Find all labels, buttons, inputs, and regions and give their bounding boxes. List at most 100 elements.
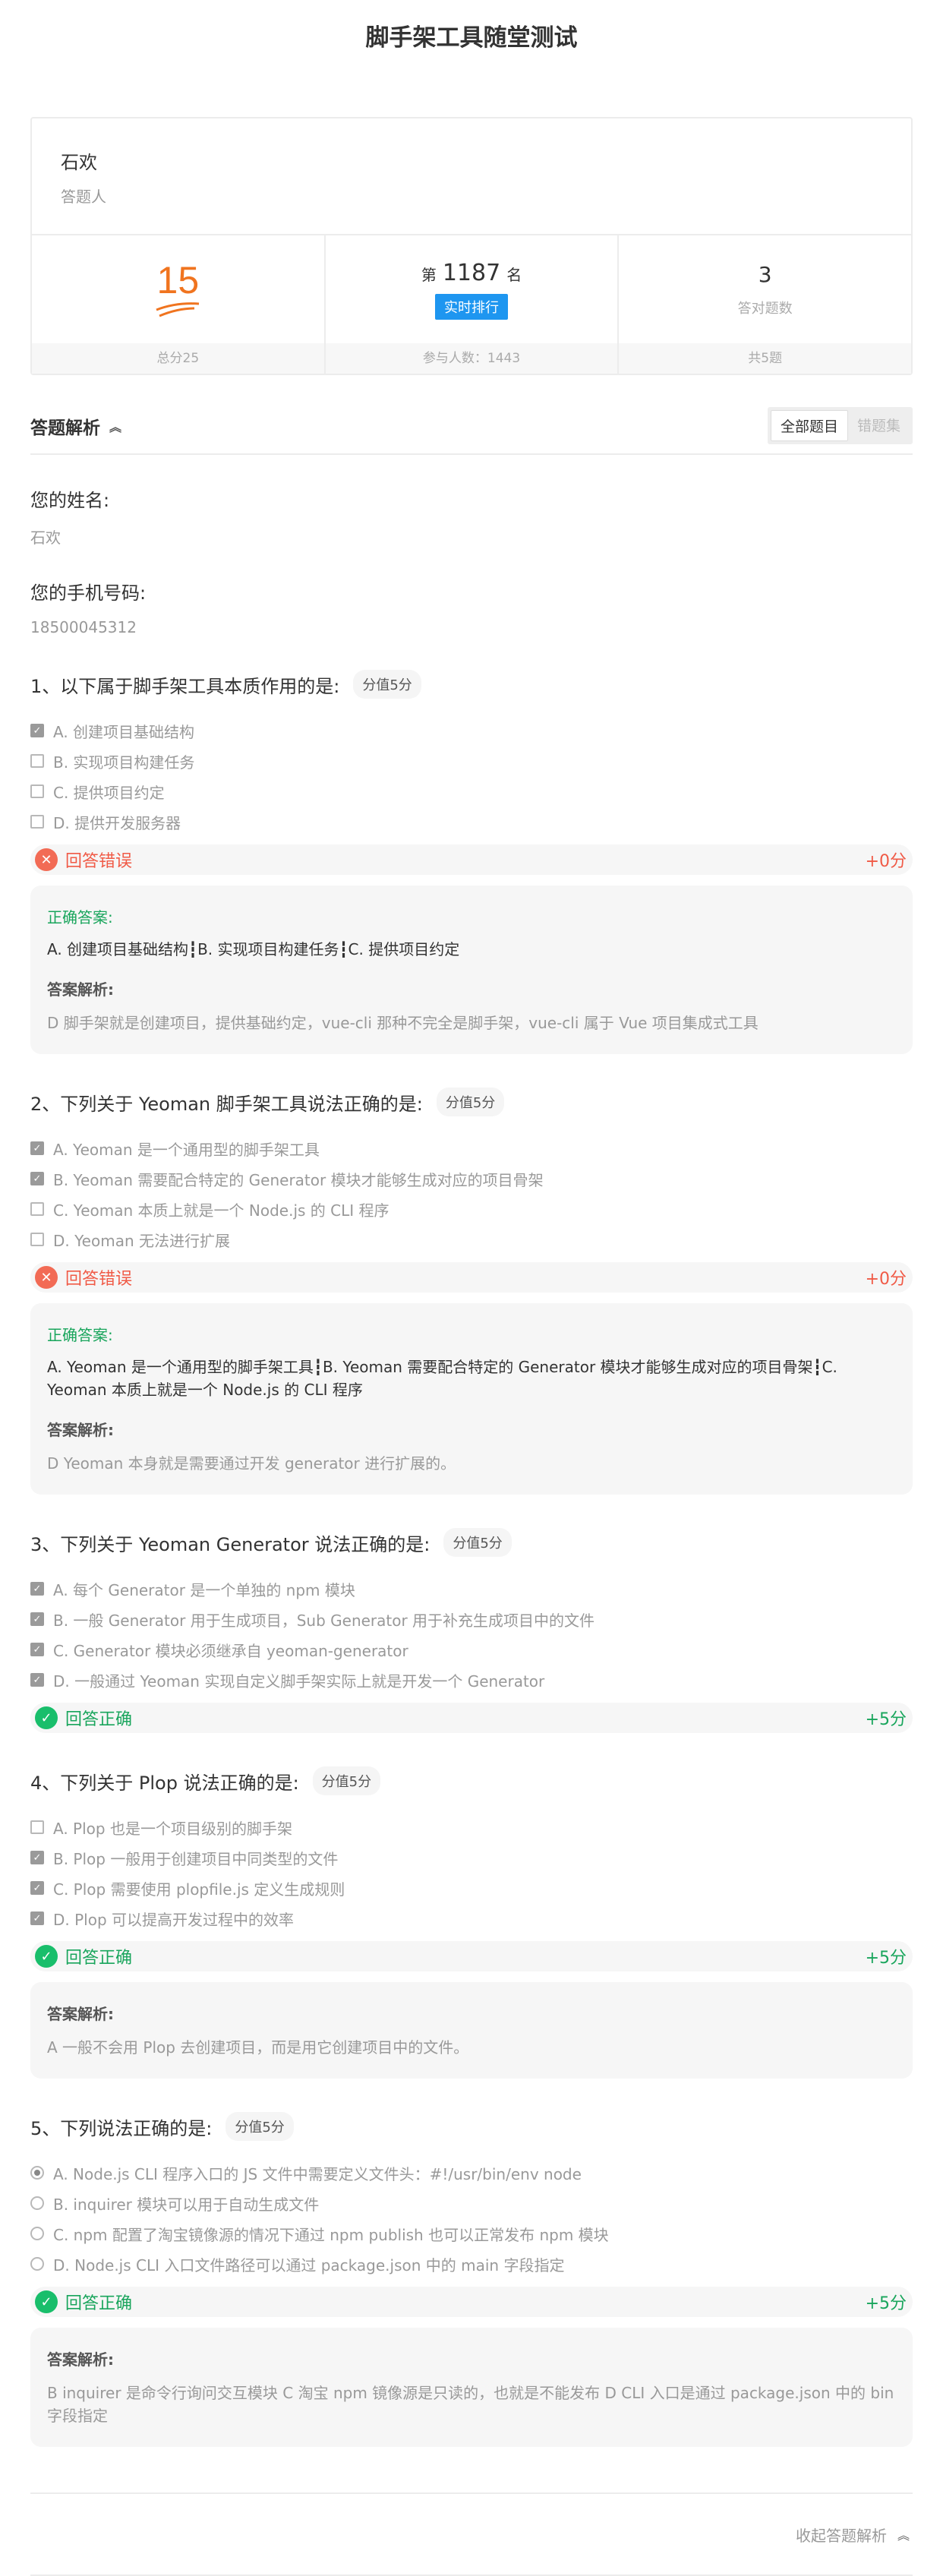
option-text: B. Plop 一般用于创建项目中同类型的文件 (53, 1849, 339, 1868)
option: D. 提供开发服务器 (30, 807, 913, 837)
option: ✓ D. 一般通过 Yeoman 实现自定义脚手架实际上就是开发一个 Genera… (30, 1665, 913, 1695)
question-1: 1、以下属于脚手架工具本质作用的是: 分值5分 ✓ A. 创建项目基础结构 B. 实… (30, 670, 913, 1054)
analysis-title: 答题解析 (30, 418, 100, 438)
option: ✓ C. Generator 模块必须继承自 yeoman-generator (30, 1634, 913, 1665)
result-points: +0分 (865, 852, 907, 871)
field-label: 您的姓名: (30, 490, 110, 511)
chevron-up-icon: ︽ (897, 2528, 910, 2543)
option: ✓ A. 创建项目基础结构 (30, 715, 913, 746)
collapse-label: 收起答题解析 (795, 2526, 887, 2545)
option-text: C. Plop 需要使用 plopfile.js 定义生成规则 (53, 1880, 345, 1899)
checkbox-icon (30, 815, 44, 829)
checkbox-checked-icon: ✓ (30, 1141, 44, 1155)
option-text: D. 提供开发服务器 (53, 813, 181, 832)
score-card: 石欢 答题人 15 总分25 第 1187 名 实时排行 参与人数：1443 3… (30, 117, 913, 375)
option: ✓ B. Plop 一般用于创建项目中同类型的文件 (30, 1842, 913, 1873)
answer-label: 正确答案: (47, 1326, 113, 1344)
option-text: B. 一般 Generator 用于生成项目，Sub Generator 用于补… (53, 1611, 595, 1630)
analysis-header: 答题解析 ︽ 全部题目 错题集 (30, 407, 913, 455)
checkbox-icon (30, 784, 44, 798)
question-title: 2、下列关于 Yeoman 脚手架工具说法正确的是: (30, 1093, 423, 1115)
question-2: 2、下列关于 Yeoman 脚手架工具说法正确的是: 分值5分 ✓ A. Yeoma… (30, 1088, 913, 1495)
explanation-text: A 一般不会用 Plop 去创建项目，而是用它创建项目中的文件。 (47, 2038, 469, 2057)
explanation-label: 答案解析: (47, 980, 114, 999)
explanation-label: 答案解析: (47, 2005, 114, 2023)
option-text: A. 创建项目基础结构 (53, 722, 195, 741)
field-label: 您的手机号码: (30, 582, 147, 604)
checkbox-checked-icon: ✓ (30, 1851, 44, 1864)
question-5: 5、下列说法正确的是: 分值5分 A. Node.js CLI 程序入口的 JS … (30, 2112, 913, 2447)
page-title: 脚手架工具随堂测试 (365, 24, 578, 52)
checkbox-checked-icon: ✓ (30, 724, 44, 737)
checkbox-icon (30, 1202, 44, 1216)
radio-checked-icon (30, 2166, 44, 2180)
result-points: +5分 (865, 1710, 907, 1729)
rank-prefix: 第 (421, 265, 437, 284)
result-text: 回答正确 (65, 1949, 133, 1968)
score-foot: 总分25 (32, 343, 324, 374)
option-text: D. Yeoman 无法进行扩展 (53, 1231, 230, 1250)
checkbox-checked-icon: ✓ (30, 1582, 44, 1596)
check-circle-icon: ✓ (35, 1945, 58, 1968)
option-text: B. Yeoman 需要配合特定的 Generator 模块才能够生成对应的项目… (53, 1170, 544, 1189)
field-value: 18500045312 (30, 618, 137, 636)
total-questions-foot: 共5题 (619, 343, 912, 374)
question-title: 4、下列关于 Plop 说法正确的是: (30, 1772, 299, 1794)
explanation-text: B inquirer 是命令行询问交互模块 C 淘宝 npm 镜像源是只读的，也… (47, 2384, 894, 2425)
stats-row: 15 总分25 第 1187 名 实时排行 参与人数：1443 3 答对题数 共… (32, 235, 912, 374)
answer-text: A. 创建项目基础结构┇B. 实现项目构建任务┇C. 提供项目约定 (47, 940, 460, 958)
option: ✓ B. 一般 Generator 用于生成项目，Sub Generator 用于… (30, 1604, 913, 1634)
user-name: 石欢 (61, 152, 97, 173)
live-rank-button[interactable]: 实时排行 (435, 293, 508, 320)
option: ✓ D. Plop 可以提高开发过程中的效率 (30, 1903, 913, 1934)
option: A. Node.js CLI 程序入口的 JS 文件中需要定义文件头：#!/us… (30, 2158, 913, 2188)
correct-stat: 3 答对题数 共5题 (619, 235, 912, 374)
explanation-text: D Yeoman 本身就是需要通过开发 generator 进行扩展的。 (47, 1454, 456, 1473)
explanation-box: 正确答案: A. 创建项目基础结构┇B. 实现项目构建任务┇C. 提供项目约定 … (30, 886, 913, 1054)
option-text: A. Plop 也是一个项目级别的脚手架 (53, 1819, 292, 1838)
question-title: 1、以下属于脚手架工具本质作用的是: (30, 675, 340, 697)
analysis-title-toggle[interactable]: 答题解析 ︽ (30, 413, 121, 439)
option: C. npm 配置了淘宝镜像源的情况下通过 npm publish 也可以正常发… (30, 2218, 913, 2249)
main-container: 石欢 答题人 15 总分25 第 1187 名 实时排行 参与人数：1443 3… (30, 117, 913, 2576)
checkbox-checked-icon: ✓ (30, 1673, 44, 1687)
result-text: 回答错误 (65, 1270, 133, 1289)
rank-line: 第 1187 名 (421, 260, 522, 286)
question-score: 分值5分 (436, 1088, 505, 1116)
checkbox-checked-icon: ✓ (30, 1881, 44, 1895)
rank-value: 1187 (442, 259, 501, 286)
filter-wrong-button[interactable]: 错题集 (848, 410, 910, 441)
result-bar: ✕ 回答错误 +0分 (30, 1262, 913, 1293)
explanation-box: 答案解析: A 一般不会用 Plop 去创建项目，而是用它创建项目中的文件。 (30, 1982, 913, 2079)
filter-group: 全部题目 错题集 (767, 407, 913, 444)
phone-field: 您的手机号码: 18500045312 (30, 578, 913, 636)
option: B. 实现项目构建任务 (30, 746, 913, 776)
question-title: 3、下列关于 Yeoman Generator 说法正确的是: (30, 1533, 430, 1555)
check-circle-icon: ✓ (35, 2290, 58, 2313)
option-text: B. 实现项目构建任务 (53, 753, 195, 772)
close-circle-icon: ✕ (35, 1266, 58, 1289)
option: A. Plop 也是一个项目级别的脚手架 (30, 1812, 913, 1842)
answer-text: A. Yeoman 是一个通用型的脚手架工具┇B. Yeoman 需要配合特定的… (47, 1358, 837, 1399)
checkbox-checked-icon: ✓ (30, 1911, 44, 1925)
score-stat: 15 总分25 (32, 235, 326, 374)
radio-icon (30, 2196, 44, 2210)
option: D. Yeoman 无法进行扩展 (30, 1224, 913, 1255)
result-points: +5分 (865, 1949, 907, 1968)
user-role: 答题人 (61, 188, 106, 206)
option-text: C. Generator 模块必须继承自 yeoman-generator (53, 1641, 408, 1660)
option: ✓ B. Yeoman 需要配合特定的 Generator 模块才能够生成对应的项… (30, 1163, 913, 1194)
result-text: 回答错误 (65, 852, 133, 871)
user-block: 石欢 答题人 (32, 118, 911, 235)
result-bar: ✓ 回答正确 +5分 (30, 1703, 913, 1733)
explanation-label: 答案解析: (47, 1421, 114, 1439)
option-text: C. Yeoman 本质上就是一个 Node.js 的 CLI 程序 (53, 1201, 390, 1220)
field-value: 石欢 (30, 529, 61, 547)
filter-all-button[interactable]: 全部题目 (770, 410, 848, 441)
question-score: 分值5分 (443, 1528, 512, 1557)
collapse-analysis-button[interactable]: 收起答题解析 ︽ (30, 2494, 913, 2574)
result-text: 回答正确 (65, 1710, 133, 1729)
option-text: A. Node.js CLI 程序入口的 JS 文件中需要定义文件头：#!/us… (53, 2164, 582, 2183)
result-points: +5分 (865, 2294, 907, 2313)
explanation-text: D 脚手架就是创建项目，提供基础约定，vue-cli 那种不完全是脚手架，vue… (47, 1014, 758, 1032)
